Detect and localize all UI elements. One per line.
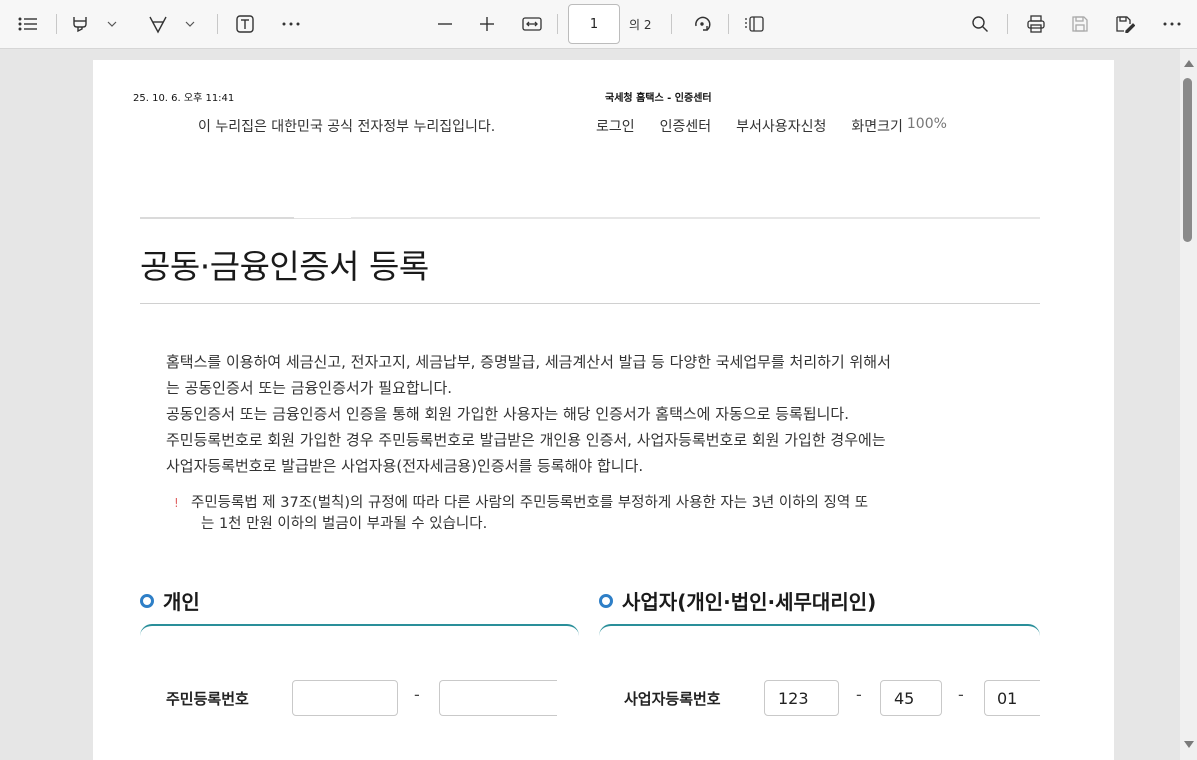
description-line: 공동인증서 또는 금융인증서 인증을 통해 회원 가입한 사용자는 해당 인증서… — [166, 405, 849, 423]
warning-line: 는 1천 만원 이하의 벌금이 부과될 수 있습니다. — [201, 516, 488, 532]
description-line: 는 공동인증서 또는 금융인증서가 필요합니다. — [166, 379, 453, 397]
brn-first-input[interactable]: 123 — [764, 680, 839, 716]
business-section-line — [599, 624, 1040, 640]
bullet-circle-icon — [140, 593, 154, 608]
highlight-options-chevron-icon[interactable] — [104, 12, 120, 36]
nav-screen-size-label[interactable]: 화면크기 — [851, 116, 903, 136]
print-site-title: 국세청 홈택스 - 인증센터 — [605, 93, 712, 104]
business-section-heading: 사업자(개인·법인·세무대리인) — [599, 586, 876, 615]
toolbar-divider — [728, 14, 729, 34]
draw-icon[interactable] — [146, 12, 170, 36]
description: 홈택스를 이용하여 세금신고, 전자고지, 세금납부, 증명발급, 세금계산서 … — [166, 349, 1036, 479]
description-line: 주민등록번호로 회원 가입한 경우 주민등록번호로 발급받은 개인용 인증서, … — [166, 431, 886, 449]
rrn-first-input[interactable] — [292, 680, 398, 716]
top-nav: 로그인 인증센터 부서사용자신청 화면크기 100% — [596, 116, 947, 136]
document-viewport[interactable]: 25. 10. 6. 오후 11:41 국세청 홈택스 - 인증센터 이 누리집… — [0, 49, 1180, 760]
scroll-down-arrow-icon[interactable] — [1184, 741, 1194, 748]
page-view-icon[interactable] — [743, 12, 767, 36]
toolbar-divider — [671, 14, 672, 34]
warning-line: 주민등록법 제 37조(벌칙)의 규정에 따라 다른 사람의 주민등록번호를 부… — [191, 495, 869, 511]
toolbar-divider — [557, 14, 558, 34]
page-number-input[interactable]: 1 — [568, 4, 620, 44]
individual-heading-text: 개인 — [163, 590, 200, 614]
fit-width-icon[interactable] — [520, 12, 544, 36]
brn-label: 사업자등록번호 — [624, 690, 721, 708]
title-top-rule-accent — [140, 217, 294, 219]
title-top-rule-accent — [351, 217, 1040, 219]
toolbar-divider — [56, 14, 57, 34]
rotate-icon[interactable] — [690, 12, 714, 36]
toolbar-divider — [1007, 14, 1008, 34]
description-line: 홈택스를 이용하여 세금신고, 전자고지, 세금납부, 증명발급, 세금계산서 … — [166, 353, 891, 371]
search-icon[interactable] — [968, 12, 992, 36]
individual-section-heading: 개인 — [140, 586, 200, 615]
zoom-out-icon[interactable] — [433, 12, 457, 36]
more-tools-icon[interactable] — [279, 12, 303, 36]
brn-third-input[interactable]: 01 — [984, 680, 1040, 716]
more-options-icon[interactable] — [1160, 12, 1184, 36]
pdf-toolbar: 1 의 2 — [0, 0, 1197, 49]
nav-dept-user-link[interactable]: 부서사용자신청 — [736, 116, 826, 136]
nav-zoom-value: 100% — [906, 116, 947, 132]
print-date: 25. 10. 6. 오후 11:41 — [133, 93, 235, 104]
rrn-label: 주민등록번호 — [166, 690, 249, 708]
draw-options-chevron-icon[interactable] — [182, 12, 198, 36]
scroll-up-arrow-icon[interactable] — [1184, 60, 1194, 67]
pdf-page: 25. 10. 6. 오후 11:41 국세청 홈택스 - 인증센터 이 누리집… — [93, 60, 1114, 760]
brn-dash: - — [856, 685, 862, 704]
rrn-second-input[interactable] — [439, 680, 557, 716]
save-as-icon[interactable] — [1113, 12, 1137, 36]
individual-section-line — [140, 624, 579, 640]
contents-icon[interactable] — [16, 12, 40, 36]
print-icon[interactable] — [1024, 12, 1048, 36]
page-title: 공동·금융인증서 등록 — [140, 247, 429, 286]
business-heading-text: 사업자(개인·법인·세무대리인) — [622, 590, 877, 614]
description-line: 사업자등록번호로 발급받은 사업자용(전자세금용)인증서를 등록해야 합니다. — [166, 457, 644, 475]
toolbar-divider — [217, 14, 218, 34]
add-text-icon[interactable] — [233, 12, 257, 36]
scrollbar-thumb[interactable] — [1183, 78, 1192, 242]
brn-second-input[interactable]: 45 — [880, 680, 942, 716]
zoom-in-icon[interactable] — [475, 12, 499, 36]
brn-dash: - — [958, 685, 964, 704]
save-icon[interactable] — [1068, 12, 1092, 36]
bullet-circle-icon — [599, 593, 613, 608]
title-bottom-rule — [140, 303, 1040, 304]
page-number-value: 1 — [589, 16, 599, 32]
nav-login-link[interactable]: 로그인 — [596, 116, 635, 136]
gov-site-notice: 이 누리집은 대한민국 공식 전자정부 누리집입니다. — [198, 119, 496, 135]
highlight-icon[interactable] — [68, 12, 92, 36]
nav-auth-center-link[interactable]: 인증센터 — [660, 116, 712, 136]
warning-icon: ! — [174, 496, 179, 510]
rrn-dash: - — [414, 685, 420, 704]
legal-warning: ! 주민등록법 제 37조(벌칙)의 규정에 따라 다른 사람의 주민등록번호를… — [174, 493, 1051, 535]
page-count-label: 의 2 — [629, 18, 652, 32]
